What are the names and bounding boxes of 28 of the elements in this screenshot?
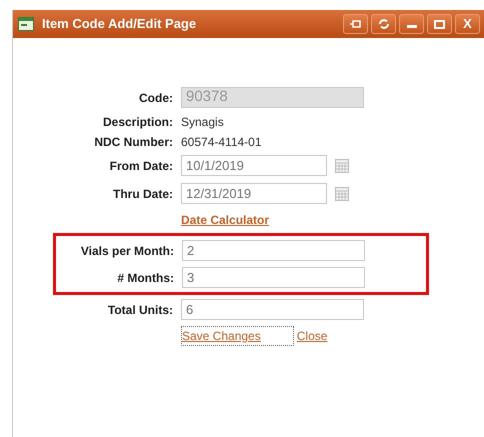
close-button[interactable]: X — [455, 14, 480, 34]
action-link[interactable]: Close — [296, 326, 328, 346]
field-label: Thru Date: — [113, 186, 173, 200]
input-field[interactable]: 2 — [182, 240, 365, 261]
field-label: From Date: — [110, 158, 173, 172]
input-field[interactable]: 12/31/2019 — [181, 183, 327, 204]
input-field[interactable]: 10/1/2019 — [181, 155, 327, 176]
refresh-icon — [378, 19, 388, 29]
window-icon — [18, 17, 34, 31]
field-label: Description: — [102, 114, 173, 128]
field-label: Total Units: — [108, 302, 173, 316]
field-label: NDC Number: — [94, 134, 173, 148]
refresh-button[interactable] — [371, 14, 396, 34]
input-field[interactable]: 3 — [182, 267, 365, 288]
input-field[interactable]: 6 — [181, 299, 364, 320]
field-label: Code: — [139, 90, 173, 104]
maximize-icon — [434, 20, 445, 28]
field-value: 60574-4114-01 — [181, 134, 262, 150]
field-label: # Months: — [117, 270, 174, 284]
action-link[interactable]: Save Changes — [181, 326, 294, 346]
minimize-button[interactable] — [399, 14, 424, 34]
pin-icon — [350, 20, 362, 28]
window-title: Item Code Add/Edit Page — [42, 15, 198, 34]
field-label: Vials per Month: — [80, 244, 174, 258]
field-value: Synagis — [181, 114, 224, 130]
date-calculator-link[interactable]: Date Calculator — [181, 211, 270, 229]
pin-button[interactable] — [343, 14, 368, 34]
maximize-button[interactable] — [427, 14, 452, 34]
